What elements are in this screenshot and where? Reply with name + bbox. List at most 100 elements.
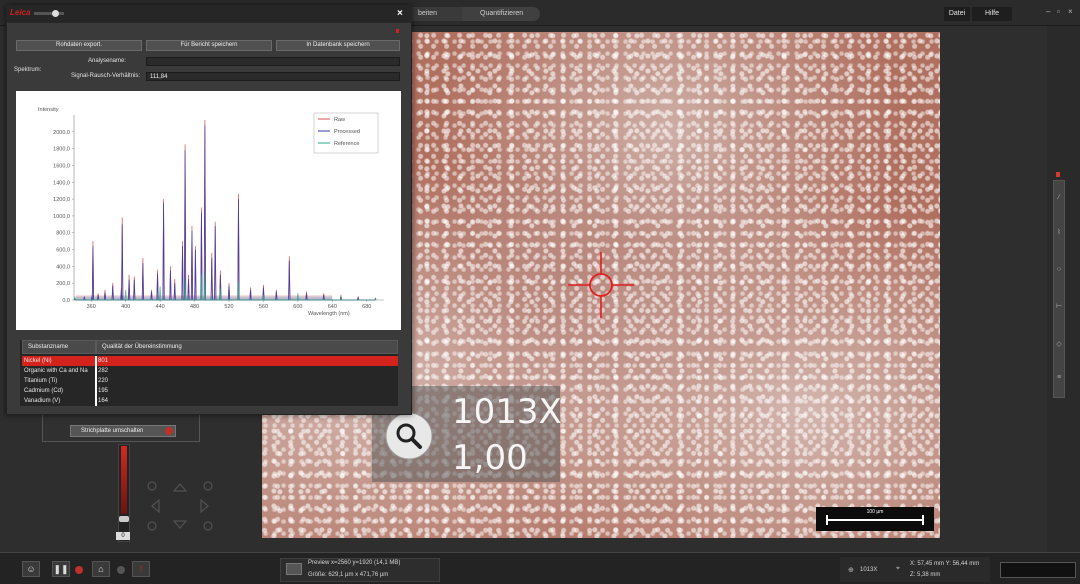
breadcrumb-step-prev[interactable]: beiten xyxy=(408,7,462,21)
dialog-title-bar[interactable] xyxy=(6,5,412,23)
x-tick-label: 440 xyxy=(156,304,165,310)
y-tick-label: 1000,0 xyxy=(53,214,70,220)
scale-bar-label: 100 µm xyxy=(866,509,884,515)
substance-name: Titanium (Ti) xyxy=(24,378,58,384)
legend-label: Processed xyxy=(334,129,360,135)
column-divider xyxy=(95,366,97,376)
x-tick-label: 560 xyxy=(259,304,268,310)
table-row[interactable]: Nickel (Ni) 801 xyxy=(22,356,398,366)
intensity-slider-handle[interactable] xyxy=(119,516,129,522)
opacity-slider-handle[interactable] xyxy=(52,10,59,17)
reticle-status-indicator xyxy=(165,427,173,435)
match-score: 164 xyxy=(98,398,109,404)
match-score: 282 xyxy=(98,368,109,374)
table-row[interactable]: Organic with Ca and Na 282 xyxy=(22,366,398,376)
alert-icon[interactable]: ! xyxy=(132,561,150,577)
zoom-status-icon: ⊕ xyxy=(848,567,854,574)
y-axis-title: Intensity xyxy=(38,107,59,113)
spectrum-label: Spektrum: xyxy=(14,67,42,73)
ruler-icon[interactable]: ⊢ xyxy=(1055,302,1063,310)
column-divider xyxy=(95,356,97,366)
x-tick-label: 640 xyxy=(328,304,337,310)
stage-xy: X: 57,45 mm Y: 56,44 mm xyxy=(910,561,980,567)
export-raw-button[interactable]: Rohdaten export. xyxy=(16,40,142,51)
column-header-quality[interactable]: Qualität der Übereinstimmung xyxy=(96,340,398,354)
x-tick-label: 680 xyxy=(362,304,371,310)
column-divider xyxy=(95,376,97,386)
dialog-close-icon[interactable]: × xyxy=(397,8,403,19)
column-header-name[interactable]: Substanzname xyxy=(22,340,96,354)
substance-name: Cadmium (Cd) xyxy=(24,388,64,394)
substance-name: Nickel (Ni) xyxy=(24,358,52,364)
stage-position-icon: ⌖ xyxy=(896,565,900,572)
x-tick-label: 480 xyxy=(190,304,199,310)
intensity-slider-value: 0 xyxy=(116,532,130,540)
x-tick-label: 600 xyxy=(293,304,302,310)
save-report-button[interactable]: Für Bericht speichern xyxy=(146,40,272,51)
intensity-slider-fill xyxy=(121,446,127,514)
list-icon[interactable]: ≡ xyxy=(1055,374,1063,382)
analysis-name-field[interactable] xyxy=(146,57,400,66)
y-tick-label: 600,0 xyxy=(56,248,70,254)
spectrum-chart: Intensity Wavelength (nm) 0,0 200,0 400,0 600… xyxy=(16,91,401,330)
y-tick-label: 800,0 xyxy=(56,231,70,237)
match-score: 220 xyxy=(98,378,109,384)
pen-icon[interactable]: ⁄ xyxy=(1055,194,1063,202)
dialog-indicator xyxy=(396,29,399,33)
stage-nav-pad[interactable] xyxy=(140,476,220,536)
rail-indicator xyxy=(1056,172,1060,177)
magnifier-icon xyxy=(385,412,433,460)
maximize-icon[interactable]: ▫ xyxy=(1057,7,1060,16)
toggle-reticle-button[interactable]: Strichplatte umschalten xyxy=(70,425,176,437)
snr-label: Signal-Rausch-Verhältnis: xyxy=(71,73,141,79)
user-icon[interactable]: ☺ xyxy=(22,561,40,577)
substance-name: Organic with Ca and Na xyxy=(24,368,88,374)
status-dot-icon xyxy=(117,566,125,574)
substance-name: Vanadium (V) xyxy=(24,398,61,404)
zoom-magnification: 1013X xyxy=(452,392,562,432)
y-tick-label: 400,0 xyxy=(56,264,70,270)
menu-file[interactable]: Datei xyxy=(944,7,970,21)
pause-icon[interactable]: ❚❚ xyxy=(52,561,70,577)
preview-resolution: Preview x=2560 y=1920 (14,1 MB) xyxy=(308,560,401,566)
series-baseline-reference xyxy=(75,297,333,300)
shape-icon[interactable]: ◇ xyxy=(1055,340,1063,348)
analysis-name-label: Analysename: xyxy=(88,58,127,64)
y-tick-label: 1800,0 xyxy=(53,147,70,153)
home-icon[interactable]: ⌂ xyxy=(92,561,110,577)
x-tick-label: 360 xyxy=(87,304,96,310)
y-tick-label: 1200,0 xyxy=(53,197,70,203)
breadcrumb-step-quantify[interactable]: Quantifizieren xyxy=(462,7,540,21)
legend-label: Raw xyxy=(334,117,345,123)
magnifier-tool-icon[interactable]: ○ xyxy=(1055,266,1063,274)
y-tick-label: 1600,0 xyxy=(53,163,70,169)
y-tick-label: 0,0 xyxy=(62,298,70,304)
x-tick-label: 400 xyxy=(121,304,130,310)
measure-icon[interactable]: ⌇ xyxy=(1055,228,1063,236)
match-score: 801 xyxy=(98,358,109,364)
column-divider xyxy=(95,396,97,406)
scale-bar: 100 µm xyxy=(816,507,934,531)
table-row[interactable]: Titanium (Ti) 220 xyxy=(22,376,398,386)
zoom-factor: 1,00 xyxy=(452,438,528,478)
window-close-icon[interactable]: × xyxy=(1068,7,1073,16)
opacity-slider[interactable] xyxy=(34,12,64,15)
match-score: 195 xyxy=(98,388,109,394)
crosshair-icon xyxy=(568,252,634,318)
table-row[interactable]: Cadmium (Cd) 195 xyxy=(22,386,398,396)
status-zoom: 1013X xyxy=(860,567,878,573)
leica-logo: Leica xyxy=(10,8,31,17)
save-database-button[interactable]: In Datenbank speichern xyxy=(276,40,400,51)
tool-strip xyxy=(1053,180,1065,398)
stage-z: Z: 5,38 mm xyxy=(910,572,941,578)
x-axis-title: Wavelength (nm) xyxy=(308,311,350,317)
x-tick-label: 520 xyxy=(224,304,233,310)
snr-field: 111,84 xyxy=(146,72,400,81)
y-tick-label: 1400,0 xyxy=(53,180,70,186)
column-divider xyxy=(95,386,97,396)
legend-label: Reference xyxy=(334,141,359,147)
minimize-icon[interactable]: – xyxy=(1046,7,1050,16)
record-icon[interactable] xyxy=(75,566,83,574)
menu-help[interactable]: Hilfe xyxy=(972,7,1012,21)
table-row[interactable]: Vanadium (V) 164 xyxy=(22,396,398,406)
